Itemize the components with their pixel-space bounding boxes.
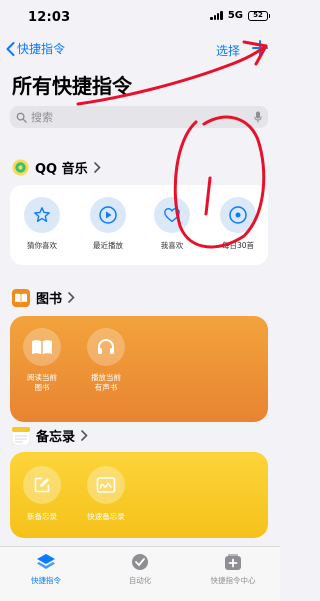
shortcut-play-current-audiobook[interactable]: 播放当前 有声书 xyxy=(76,328,136,393)
gallery-icon xyxy=(225,554,241,570)
heart-icon xyxy=(154,197,190,233)
shortcut-guess-you-like[interactable]: 猜你喜欢 xyxy=(12,197,72,251)
plus-icon xyxy=(252,40,268,56)
shortcut-new-note[interactable]: 新备忘录 xyxy=(12,466,72,522)
qq-music-section-header[interactable]: QQ 音乐 xyxy=(12,158,101,177)
shortcut-label: 我喜欢 xyxy=(160,241,184,250)
qq-music-app-icon xyxy=(12,159,29,176)
books-shortcuts-card: 阅读当前 图书 播放当前 有声书 xyxy=(10,316,268,422)
books-section-title: 图书 xyxy=(36,292,63,307)
books-section-header[interactable]: 图书 xyxy=(12,288,75,307)
automation-icon xyxy=(132,554,148,570)
quick-note-icon xyxy=(87,466,125,504)
shortcut-label: 快速备忘录 xyxy=(87,512,125,521)
add-shortcut-button[interactable] xyxy=(250,38,270,62)
chevron-right-icon xyxy=(93,162,101,173)
search-input[interactable]: 搜索 xyxy=(31,109,254,125)
signal-icon xyxy=(210,11,223,20)
qq-music-shortcuts-card: 猜你喜欢 最近播放 我喜欢 每日30首 xyxy=(10,185,268,265)
shortcut-label: 新备忘录 xyxy=(27,512,57,521)
qq-music-section-title: QQ 音乐 xyxy=(35,162,88,177)
star-icon xyxy=(24,197,60,233)
shortcut-label: 阅读当前 图书 xyxy=(27,373,57,392)
play-icon xyxy=(90,197,126,233)
shortcut-label: 猜你喜欢 xyxy=(27,241,57,250)
page-title: 所有快捷指令 xyxy=(12,74,132,98)
tab-label: 快捷指令中心 xyxy=(210,576,256,585)
search-icon xyxy=(16,112,27,123)
books-app-icon xyxy=(12,288,30,307)
compose-icon xyxy=(23,466,61,504)
select-button[interactable]: 选择 xyxy=(216,42,240,59)
shortcut-label: 播放当前 有声书 xyxy=(91,373,121,392)
microphone-icon[interactable] xyxy=(254,111,262,123)
layers-icon xyxy=(37,554,55,569)
tab-gallery[interactable]: 快捷指令中心 xyxy=(193,553,273,586)
shortcut-recently-played[interactable]: 最近播放 xyxy=(78,197,138,251)
shortcut-read-current-book[interactable]: 阅读当前 图书 xyxy=(12,328,72,393)
tab-label: 快捷指令 xyxy=(31,576,61,585)
notes-app-icon xyxy=(12,426,30,445)
back-button[interactable]: 快捷指令 xyxy=(6,40,65,57)
battery-level: 52 xyxy=(253,10,263,19)
tab-shortcuts[interactable]: 快捷指令 xyxy=(6,553,86,586)
notes-section-title: 备忘录 xyxy=(36,430,76,445)
tab-label: 自动化 xyxy=(128,576,152,585)
chevron-left-icon xyxy=(6,41,15,56)
book-open-icon xyxy=(23,328,61,366)
status-time: 12:03 xyxy=(28,10,71,25)
battery-icon: 52 xyxy=(248,10,270,21)
shortcut-label: 每日30首 xyxy=(221,241,255,250)
shortcut-label: 最近播放 xyxy=(93,241,123,250)
shortcut-my-favorites[interactable]: 我喜欢 xyxy=(142,197,202,251)
headphones-icon xyxy=(87,328,125,366)
tab-bar: 快捷指令 自动化 快捷指令中心 xyxy=(0,546,280,601)
network-type: 5G xyxy=(227,10,243,21)
shortcut-daily-30[interactable]: 每日30首 xyxy=(208,197,268,251)
chevron-right-icon xyxy=(68,292,75,303)
notes-shortcuts-card: 新备忘录 快速备忘录 xyxy=(10,452,268,538)
music-icon xyxy=(220,197,256,233)
back-label: 快捷指令 xyxy=(17,42,66,56)
tab-automation[interactable]: 自动化 xyxy=(100,553,180,586)
shortcut-quick-note[interactable]: 快速备忘录 xyxy=(76,466,136,522)
notes-section-header[interactable]: 备忘录 xyxy=(12,426,88,445)
status-indicators: 5G 52 xyxy=(210,10,270,21)
chevron-right-icon xyxy=(81,430,88,441)
search-field[interactable]: 搜索 xyxy=(10,106,268,128)
